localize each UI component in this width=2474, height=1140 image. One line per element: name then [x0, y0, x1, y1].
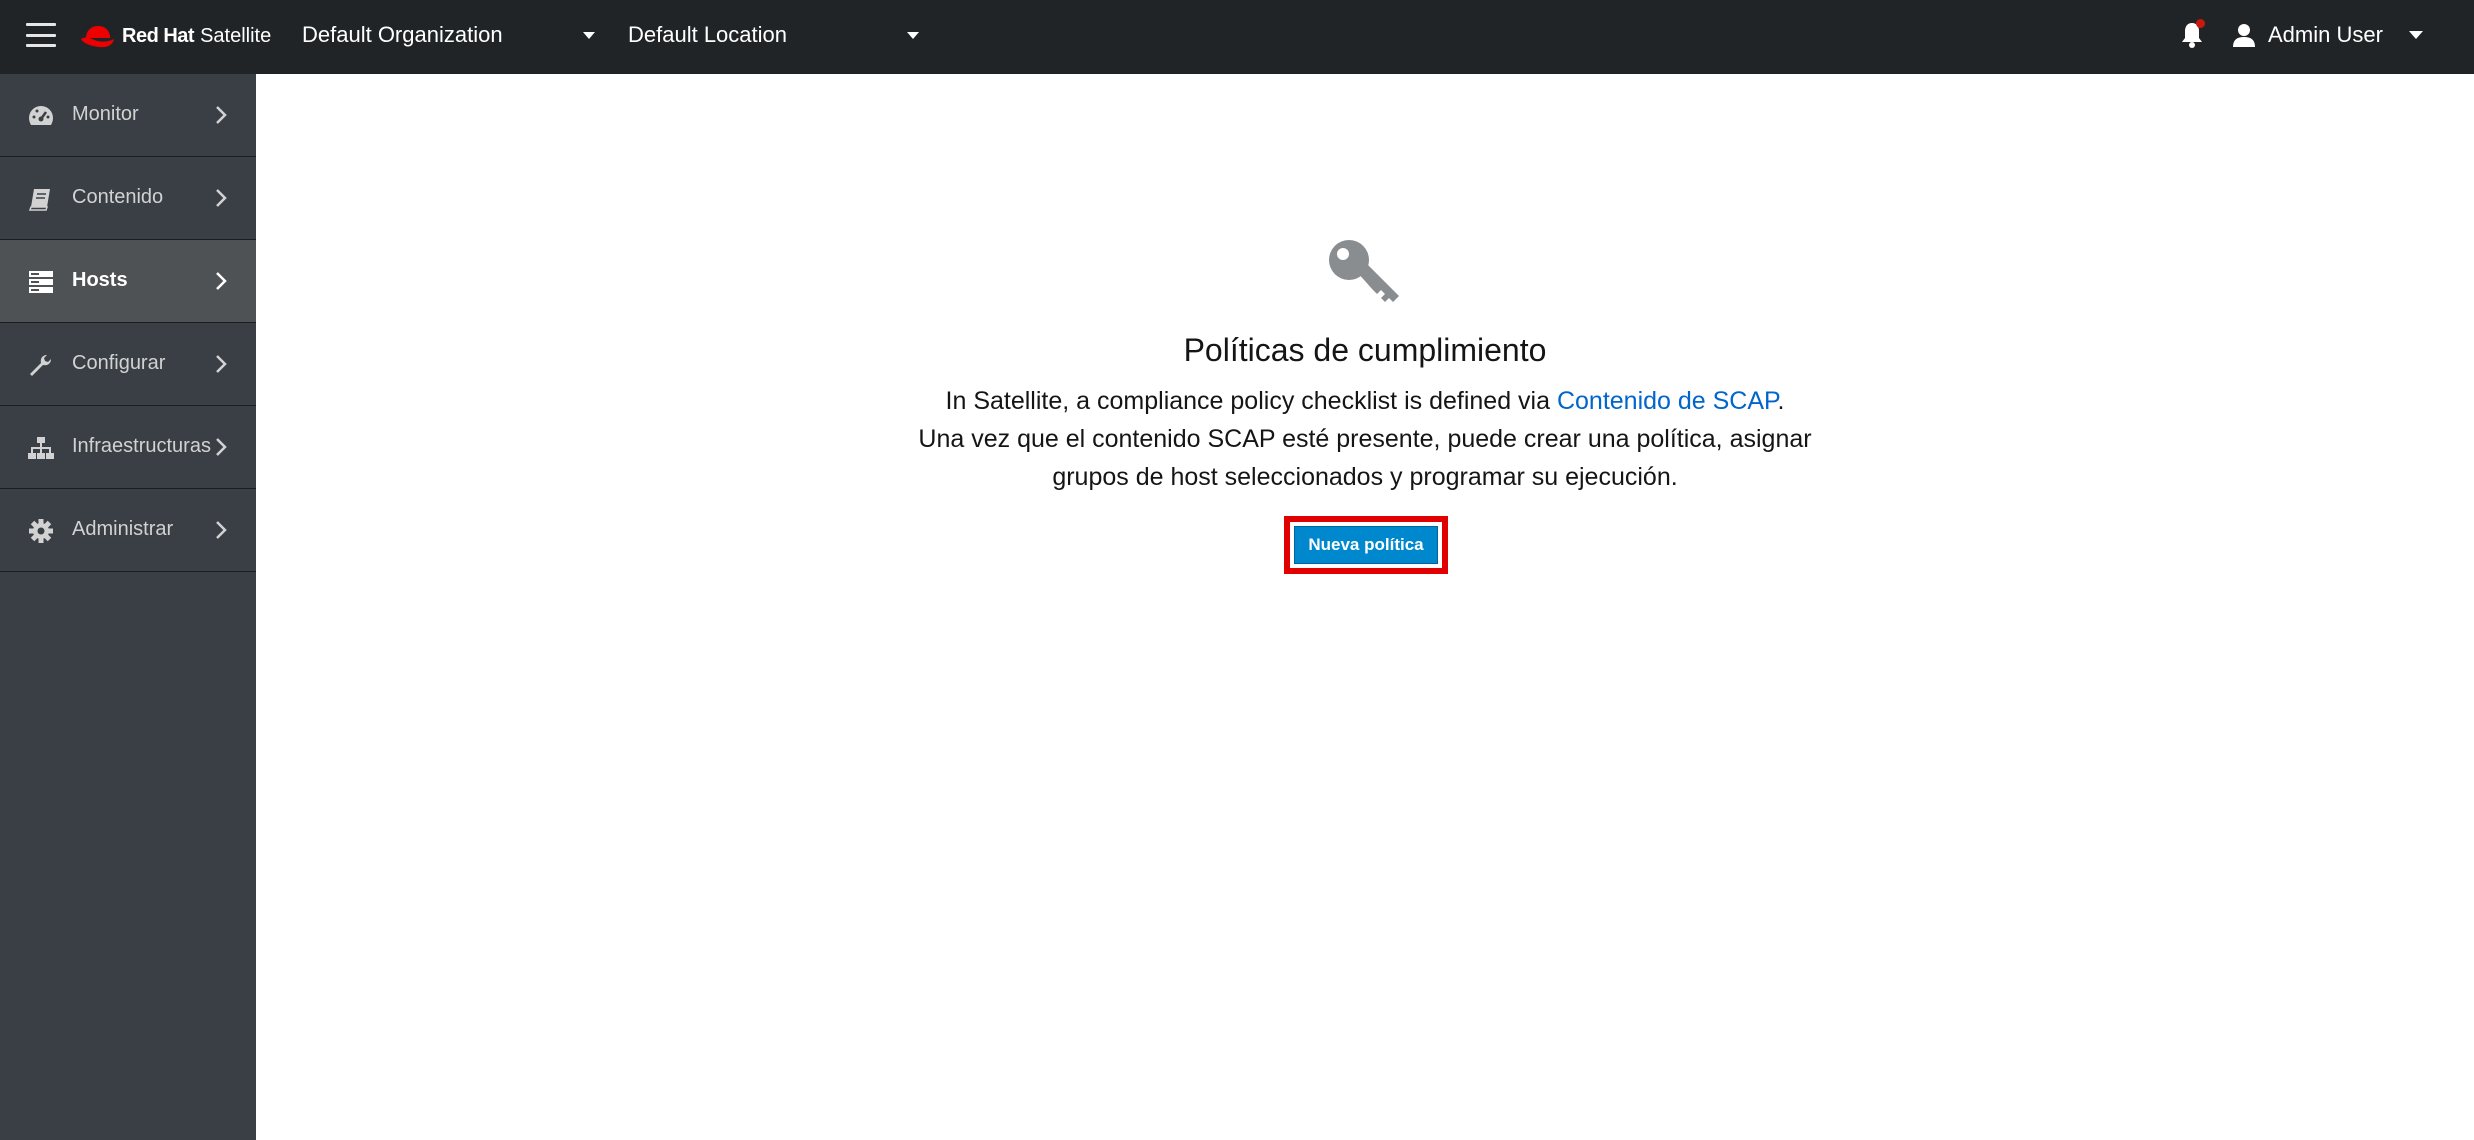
notification-badge: [2196, 19, 2205, 28]
organization-label: Default Organization: [302, 22, 503, 47]
sidebar-item-label: Contenido: [72, 186, 164, 208]
empty-state-line-3: grupos de host seleccionados y programar…: [1052, 463, 1678, 491]
sidebar-item-label: Infraestructuras: [72, 435, 211, 457]
sidebar-item-label: Configurar: [72, 352, 166, 374]
organization-dropdown[interactable]: Default Organization: [302, 18, 598, 52]
chevron-right-icon: [216, 521, 227, 539]
hamburger-menu-icon[interactable]: [26, 23, 56, 47]
sidebar-item-configurar[interactable]: Configurar: [0, 323, 256, 406]
sidebar-item-contenido[interactable]: Contenido: [0, 157, 256, 240]
chevron-right-icon: [216, 189, 227, 207]
sidebar: Monitor Contenido Hosts Configurar Infra…: [0, 74, 256, 1140]
caret-down-icon: [583, 32, 595, 39]
brand-logo[interactable]: Red Hat Satellite: [80, 20, 271, 52]
location-label: Default Location: [628, 22, 787, 47]
sidebar-item-monitor[interactable]: Monitor: [0, 74, 256, 157]
user-icon: [2233, 24, 2255, 47]
sitemap-icon: [28, 437, 54, 459]
sidebar-item-infraestructuras[interactable]: Infraestructuras: [0, 406, 256, 489]
chevron-right-icon: [216, 355, 227, 373]
sidebar-item-administrar[interactable]: Administrar: [0, 489, 256, 572]
gear-icon: [29, 519, 53, 543]
user-name: Admin User: [2268, 22, 2383, 47]
sidebar-item-label: Monitor: [72, 103, 139, 125]
empty-state-line-1-prefix: In Satellite, a compliance policy checkl…: [945, 387, 1557, 415]
empty-state-line-1-suffix: .: [1777, 387, 1785, 415]
caret-down-icon: [907, 32, 919, 39]
sidebar-item-hosts[interactable]: Hosts: [0, 240, 256, 323]
empty-state-body: In Satellite, a compliance policy checkl…: [256, 382, 2474, 496]
dashboard-icon: [29, 106, 53, 125]
chevron-right-icon: [216, 438, 227, 456]
masthead: Red Hat Satellite Default Organization D…: [0, 0, 2474, 74]
chevron-right-icon: [216, 106, 227, 124]
server-icon: [29, 271, 53, 293]
new-policy-button[interactable]: Nueva política: [1294, 526, 1438, 564]
empty-state-line-1: In Satellite, a compliance policy checkl…: [256, 382, 2474, 420]
user-menu[interactable]: Admin User: [2232, 18, 2423, 52]
sidebar-item-label: Administrar: [72, 518, 174, 540]
red-hat-logo-icon: [81, 26, 114, 48]
location-dropdown[interactable]: Default Location: [628, 18, 924, 52]
sidebar-item-label: Hosts: [72, 269, 128, 291]
key-icon: [1329, 240, 1399, 302]
highlight-frame: Nueva política: [1284, 516, 1448, 574]
empty-state-title: Políticas de cumplimiento: [1183, 332, 1547, 368]
main-content: Políticas de cumplimiento In Satellite, …: [256, 74, 2474, 1140]
chevron-right-icon: [216, 272, 227, 290]
product-name: Satellite: [200, 24, 272, 47]
scap-content-link[interactable]: Contenido de SCAP: [1557, 387, 1778, 415]
empty-state-line-2: Una vez que el contenido SCAP esté prese…: [918, 425, 1812, 453]
caret-down-icon: [2408, 31, 2423, 39]
book-icon: [28, 189, 50, 211]
wrench-icon: [30, 355, 51, 376]
brand-name: Red Hat: [122, 24, 195, 47]
